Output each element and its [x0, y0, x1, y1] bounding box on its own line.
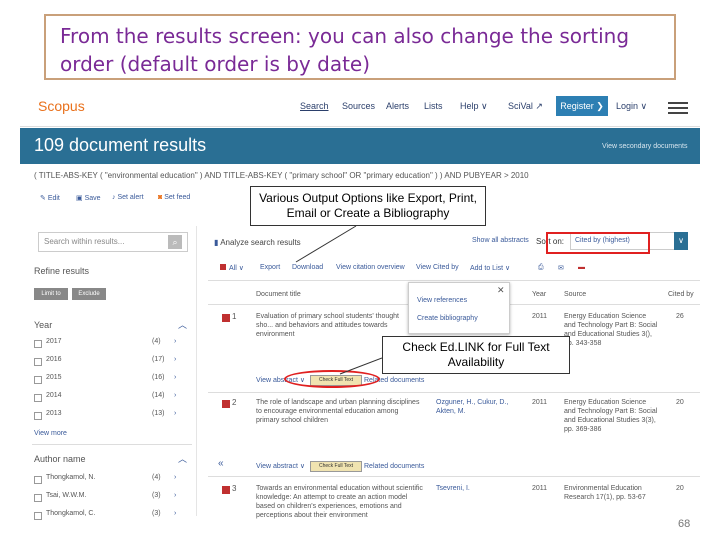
output-options-callout: Various Output Options like Export, Prin…	[250, 186, 486, 226]
edlink-callout: Check Ed.LINK for Full Text Availability	[382, 336, 570, 374]
page-number: 68	[678, 518, 691, 530]
callout-lines	[295, 225, 383, 375]
